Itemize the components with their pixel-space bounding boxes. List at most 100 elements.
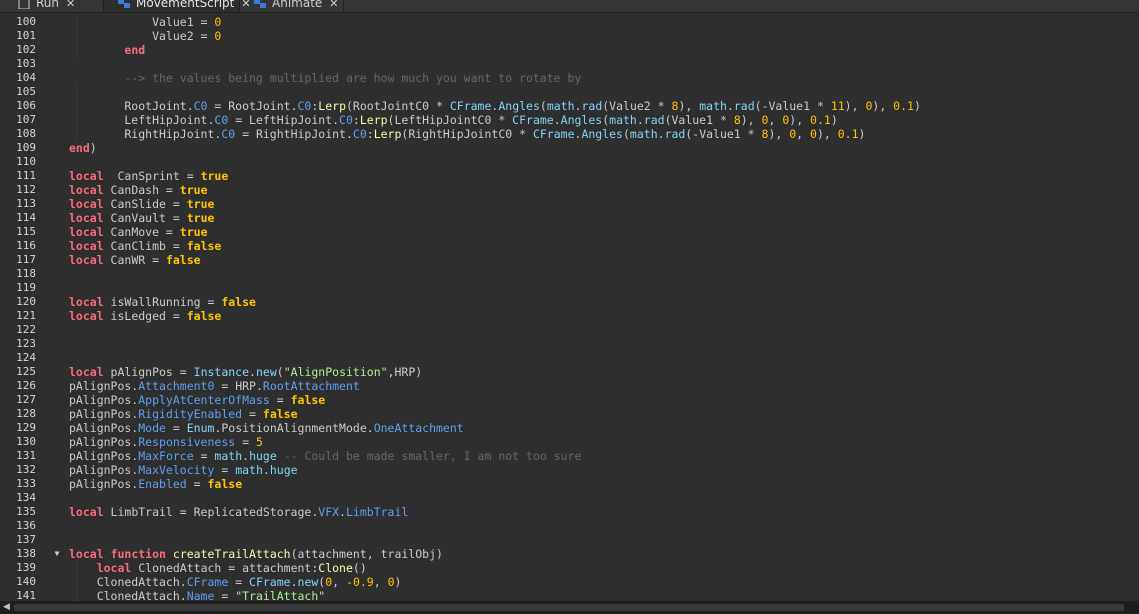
code-line[interactable]: 125 local pAlignPos = Instance.new("Align… — [0, 365, 1139, 379]
code-line[interactable]: 130 pAlignPos.Responsiveness = 5 — [0, 435, 1139, 449]
code-line[interactable]: 105 — [0, 85, 1139, 99]
token-bool: true — [186, 197, 215, 211]
scrollbar-thumb[interactable] — [14, 604, 1124, 611]
code-line[interactable]: 109 end) — [0, 141, 1139, 155]
token-t: = — [214, 589, 236, 601]
horizontal-scrollbar[interactable]: ◀ — [0, 601, 1139, 614]
code-line[interactable]: 128 pAlignPos.RigidityEnabled = false — [0, 407, 1139, 421]
token-t: (-Value1 * — [754, 99, 831, 113]
code-line[interactable]: 110 — [0, 155, 1139, 169]
token-bool: false — [186, 239, 222, 253]
scroll-left-arrow-icon[interactable]: ◀ — [3, 602, 10, 612]
line-number: 123 — [16, 337, 36, 350]
code-line[interactable]: 120 local isWallRunning = false — [0, 295, 1139, 309]
token-t: : — [352, 113, 360, 127]
code-line[interactable]: 119 — [0, 281, 1139, 295]
code-line[interactable]: 104 --> the values being multiplied are … — [0, 71, 1139, 85]
code-line[interactable]: 108 RightHipJoint.C0 = RightHipJoint.C0:… — [0, 127, 1139, 141]
code-line[interactable]: 135 local LimbTrail = ReplicatedStorage.V… — [0, 505, 1139, 519]
close-icon[interactable]: ✕ — [329, 0, 338, 10]
fold-toggle-icon[interactable]: ▼ — [52, 547, 62, 561]
token-kw: local — [69, 169, 104, 183]
code-line[interactable]: 100 Value1 = 0 — [0, 15, 1139, 29]
code-line[interactable]: 123 — [0, 337, 1139, 351]
token-bi: CFrame — [449, 99, 492, 113]
code-line[interactable]: 137 — [0, 533, 1139, 547]
code-line[interactable]: 106 RootJoint.C0 = RootJoint.C0:Lerp(Roo… — [0, 99, 1139, 113]
code-line[interactable]: 118 — [0, 267, 1139, 281]
token-t: , — [796, 127, 811, 141]
code-text: --> the values being multiplied are how … — [69, 71, 581, 85]
token-bi: math — [699, 99, 727, 113]
code-line[interactable]: 113 local CanSlide = true — [0, 197, 1139, 211]
code-line[interactable]: 132 pAlignPos.MaxVelocity = math.huge — [0, 463, 1139, 477]
line-number: 138 — [16, 547, 36, 560]
code-line[interactable]: 122 — [0, 323, 1139, 337]
token-t: . — [290, 575, 298, 589]
code-line[interactable]: 139 local ClonedAttach = attachment:Clon… — [0, 561, 1139, 575]
close-icon[interactable]: ✕ — [66, 0, 75, 10]
token-t: RootJoint. — [69, 99, 194, 113]
code-line[interactable]: 133 pAlignPos.Enabled = false — [0, 477, 1139, 491]
token-prop: C0 — [214, 113, 229, 127]
token-prop: VFX — [318, 505, 340, 519]
code-line[interactable]: 140 ClonedAttach.CFrame = CFrame.new(0, … — [0, 575, 1139, 589]
token-t: . — [726, 99, 734, 113]
code-line[interactable]: 112 local CanDash = true — [0, 183, 1139, 197]
token-kw: end — [124, 43, 146, 57]
local-script-icon — [118, 0, 131, 8]
token-t: . — [249, 365, 256, 379]
code-line[interactable]: 126 pAlignPos.Attachment0 = HRP.RootAttac… — [0, 379, 1139, 393]
code-line[interactable]: 141 ClonedAttach.Name = "TrailAttach" — [0, 589, 1139, 601]
line-number: 137 — [16, 533, 36, 546]
code-line[interactable]: 124 — [0, 351, 1139, 365]
code-line[interactable]: 111 local CanSprint = true — [0, 169, 1139, 183]
code-line[interactable]: 121 local isLedged = false — [0, 309, 1139, 323]
token-prop: ApplyAtCenterOfMass — [138, 393, 270, 407]
token-t: CanSprint = — [103, 169, 201, 183]
code-line[interactable]: 107 LeftHipJoint.C0 = LeftHipJoint.C0:Le… — [0, 113, 1139, 127]
code-line[interactable]: 116 local CanClimb = false — [0, 239, 1139, 253]
token-t: ), — [740, 113, 762, 127]
code-line[interactable]: 134 — [0, 491, 1139, 505]
tab-movementscript[interactable]: MovementScript ✕ — [104, 0, 251, 12]
tab-run[interactable]: Run ✕ — [0, 0, 104, 12]
line-number: 103 — [16, 57, 36, 70]
code-line[interactable]: 101 Value2 = 0 — [0, 29, 1139, 43]
token-t: pAlignPos. — [69, 379, 139, 393]
tab-animate[interactable]: Animate ✕ — [240, 0, 344, 12]
token-prop: Responsiveness — [138, 435, 236, 449]
code-line[interactable]: 114 local CanVault = true — [0, 211, 1139, 225]
token-t: (-Value1 * — [685, 127, 762, 141]
token-t: = — [235, 435, 256, 449]
code-text: ClonedAttach.CFrame = CFrame.new(0, -0.9… — [69, 575, 402, 589]
token-bi: Angles — [581, 127, 623, 141]
code-text: local CanSlide = true — [69, 197, 214, 211]
line-number: 108 — [16, 127, 36, 140]
code-line[interactable]: 102 end — [0, 43, 1139, 57]
token-t: CanSlide = — [103, 197, 187, 211]
token-kw: end — [69, 141, 90, 155]
token-bool: true — [179, 225, 208, 239]
code-line[interactable]: 131 pAlignPos.MaxForce = math.huge -- Cou… — [0, 449, 1139, 463]
code-line[interactable]: 127 pAlignPos.ApplyAtCenterOfMass = false — [0, 393, 1139, 407]
token-bool: false — [262, 407, 298, 421]
token-t: CanWR = — [103, 253, 166, 267]
code-line[interactable]: 117 local CanWR = false — [0, 253, 1139, 267]
line-number: 140 — [16, 575, 36, 588]
token-t: isLedged = — [103, 309, 187, 323]
line-number: 132 — [16, 463, 36, 476]
code-line[interactable]: 138 ▼ local function createTrailAttach(att… — [0, 547, 1139, 561]
code-line[interactable]: 136 — [0, 519, 1139, 533]
line-number: 139 — [16, 561, 36, 574]
token-num: 0 — [810, 127, 817, 141]
code-editor[interactable]: 100 Value1 = 0 101 Value2 = 0 102 end 103 10… — [0, 13, 1139, 601]
code-line[interactable]: 115 local CanMove = true — [0, 225, 1139, 239]
token-bi: huge — [249, 449, 277, 463]
token-prop: RigidityEnabled — [138, 407, 243, 421]
code-line[interactable]: 129 pAlignPos.Mode = Enum.PositionAlignme… — [0, 421, 1139, 435]
token-t: () — [352, 561, 367, 575]
code-line[interactable]: 103 — [0, 57, 1139, 71]
token-bool: true — [186, 211, 215, 225]
token-bi: CFrame — [532, 127, 575, 141]
